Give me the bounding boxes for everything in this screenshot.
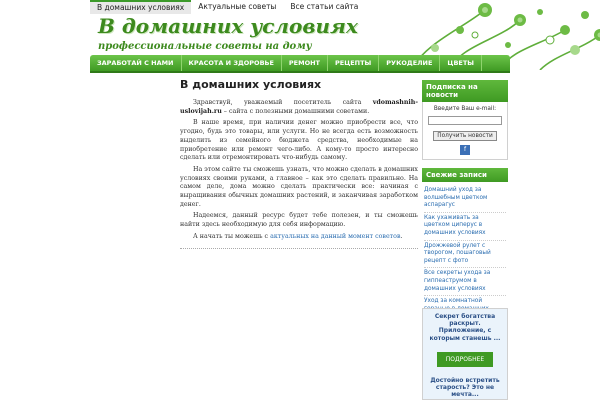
subscribe-widget: Введите Ваш e-mail: Получить новости f [422, 102, 508, 160]
start-text: А начать ты можешь с [193, 232, 271, 240]
email-field[interactable] [428, 116, 502, 125]
subscribe-button[interactable]: Получить новости [433, 131, 497, 141]
recent-post-link[interactable]: Все секреты ухода за гиппеаструмом в дом… [424, 268, 506, 297]
start-text-end: . [400, 232, 403, 240]
paragraph-3: На этом сайте ты сможешь узнать, что мож… [180, 165, 418, 208]
recent-post-link[interactable]: Как ухаживать за цветком циперус в домаш… [424, 213, 506, 241]
intro-text-end: – сайта с полезными домашними советами. [221, 107, 370, 115]
ad-block: Секрет богатства раскрыт. Приложение, с … [422, 308, 508, 400]
recent-post-link[interactable]: Дрожжевой рулет с творогом, пошаговый ре… [424, 241, 506, 269]
topnav-all-articles[interactable]: Все статьи сайта [283, 0, 365, 14]
page-title: В домашних условиях [180, 78, 322, 91]
site-subtitle: профессиональные советы на дому [98, 41, 312, 52]
menu-handicraft[interactable]: РУКОДЕЛИЕ [379, 55, 441, 71]
intro-paragraph: Здравствуй, уважаемый посетитель сайта v… [180, 99, 418, 116]
menu-repair[interactable]: РЕМОНТ [282, 55, 328, 71]
main-content: В домашних условиях Здравствуй, уважаемы… [180, 78, 418, 245]
paragraph-5: А начать ты можешь с актуальных на данны… [180, 233, 418, 242]
site-header: В домашних условиях профессиональные сов… [90, 3, 600, 70]
subscribe-heading: Подписка на новости [422, 80, 508, 102]
site-title[interactable]: В домашних условиях [98, 14, 358, 38]
feed-icon[interactable]: f [460, 145, 470, 155]
topnav-actual-tips[interactable]: Актуальные советы [191, 0, 283, 14]
topnav-home[interactable]: В домашних условиях [90, 0, 192, 14]
menu-flowers[interactable]: ЦВЕТЫ [440, 55, 483, 71]
recent-posts: Домашний уход за волшебным цветком аспар… [422, 182, 508, 327]
ad-title[interactable]: Секрет богатства раскрыт. Приложение, с … [426, 313, 504, 342]
menu-beauty-health[interactable]: КРАСОТА И ЗДОРОВЬЕ [182, 55, 282, 71]
paragraph-4: Надеемся, данный ресурс будет тебе полез… [180, 212, 418, 229]
menu-recipes[interactable]: РЕЦЕПТЫ [328, 55, 380, 71]
paragraph-2: В наше время, при наличии денег можно пр… [180, 119, 418, 162]
actual-tips-link[interactable]: актуальных на данный момент советов [270, 233, 400, 240]
recent-heading: Свежие записи [422, 168, 508, 182]
sidebar: Подписка на новости Введите Ваш e-mail: … [422, 80, 508, 327]
recent-post-link[interactable]: Домашний уход за волшебным цветком аспар… [424, 185, 506, 213]
menu-earn[interactable]: ЗАРАБОТАЙ С НАМИ [90, 55, 182, 71]
intro-text: Здравствуй, уважаемый посетитель сайта [193, 99, 373, 106]
ad-more-button[interactable]: ПОДРОБНЕЕ [436, 351, 494, 367]
top-nav: В домашних условиях Актуальные советы Вс… [90, 0, 365, 14]
content-divider [180, 248, 418, 249]
main-menu: ЗАРАБОТАЙ С НАМИ КРАСОТА И ЗДОРОВЬЕ РЕМО… [90, 55, 510, 73]
email-label: Введите Ваш e-mail: [433, 106, 497, 112]
ad-title-2[interactable]: Достойно встретить старость? Это не мечт… [426, 377, 504, 399]
